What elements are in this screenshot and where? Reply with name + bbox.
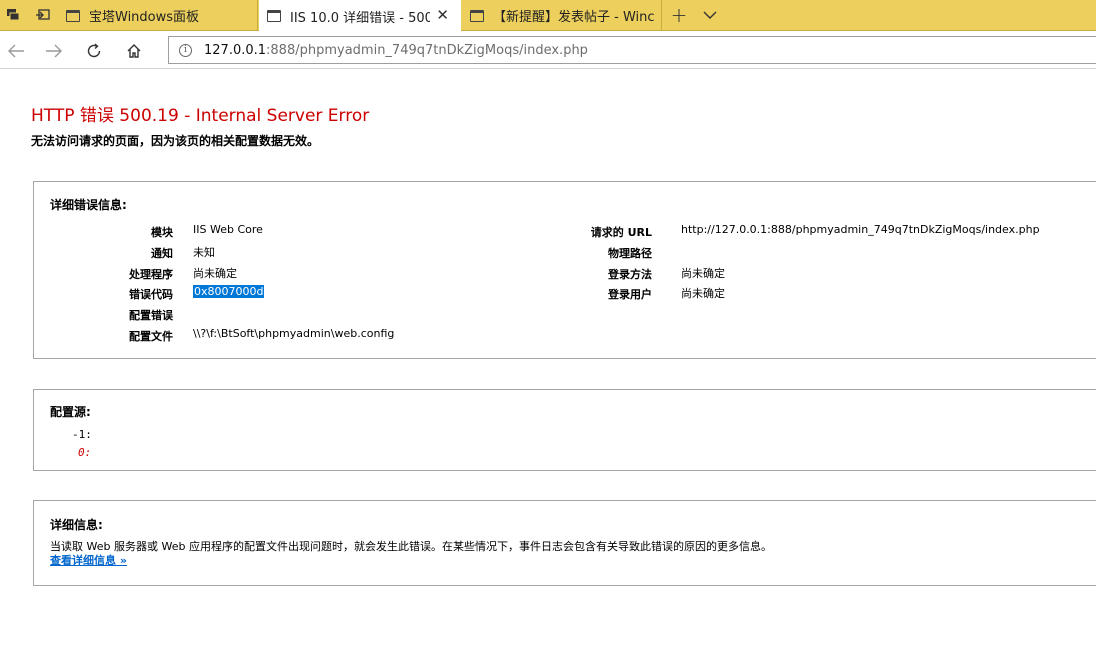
new-tab-button[interactable]: + [666, 3, 692, 27]
home-icon [127, 44, 141, 58]
url-text[interactable]: 127.0.0.1:888/phpmyadmin_749q7tnDkZigMoq… [204, 43, 588, 58]
label-physical-path: 物理路径 [608, 247, 652, 260]
home-button[interactable] [120, 38, 148, 64]
address-bar[interactable]: i 127.0.0.1:888/phpmyadmin_749q7tnDkZigM… [168, 36, 1096, 64]
back-button[interactable] [2, 38, 30, 64]
config-source-line-2: 0: [78, 446, 92, 459]
tab-preview-button[interactable] [0, 4, 26, 26]
forward-button[interactable] [40, 38, 68, 64]
label-logon-method: 登录方法 [608, 268, 652, 281]
label-handler: 处理程序 [129, 268, 173, 281]
tab-list-button[interactable] [698, 4, 722, 26]
tab-label: 【新提醒】发表帖子 - Winc [493, 10, 655, 25]
value-logon-method: 尚未确定 [681, 267, 725, 280]
refresh-icon [87, 43, 101, 58]
config-source-box: 配置源: -1: 0: [33, 389, 1096, 471]
url-host: 127.0.0.1 [204, 42, 267, 58]
label-config-file: 配置文件 [129, 330, 173, 343]
label-request-url: 请求的 URL [590, 226, 652, 239]
label-module: 模块 [151, 226, 173, 239]
info-icon[interactable]: i [179, 43, 192, 57]
more-info-box: 详细信息: 当读取 Web 服务器或 Web 应用程序的配置文件出现问题时，就会… [33, 500, 1096, 586]
set-aside-tabs-button[interactable] [30, 4, 56, 26]
plus-icon: + [670, 3, 688, 27]
label-error-code: 错误代码 [129, 288, 173, 301]
tab-preview-icon [7, 9, 20, 21]
tab-iis-error[interactable]: IIS 10.0 详细错误 - 500. ✕ [259, 0, 461, 32]
value-logon-user: 尚未确定 [681, 287, 725, 300]
label-logon-user: 登录用户 [608, 288, 652, 301]
detailed-error-heading: 详细错误信息: [50, 198, 127, 212]
more-info-description: 当读取 Web 服务器或 Web 应用程序的配置文件出现问题时，就会发生此错误。… [50, 540, 772, 553]
page-title: HTTP 错误 500.19 - Internal Server Error [31, 106, 370, 126]
page-icon [66, 9, 80, 22]
page-icon [267, 10, 281, 22]
value-handler: 尚未确定 [193, 267, 237, 280]
detailed-error-box: 详细错误信息: 模块 IIS Web Core 通知 未知 处理程序 尚未确定 … [33, 181, 1096, 359]
forward-arrow-icon [46, 44, 62, 58]
page-subtitle: 无法访问请求的页面，因为该页的相关配置数据无效。 [31, 134, 320, 148]
chevron-down-icon [703, 11, 717, 19]
view-more-info-link[interactable]: 查看详细信息 » [50, 552, 127, 568]
close-tab-icon[interactable]: ✕ [436, 6, 449, 24]
value-module: IIS Web Core [193, 223, 263, 236]
value-notification: 未知 [193, 246, 215, 259]
page-content: HTTP 错误 500.19 - Internal Server Error 无… [0, 70, 1096, 655]
tab-label: 宝塔Windows面板 [89, 10, 200, 25]
tab-label: IIS 10.0 详细错误 - 500. [290, 10, 430, 26]
label-config-error: 配置错误 [129, 309, 173, 322]
value-error-code[interactable]: 0x8007000d [193, 285, 265, 298]
url-path: :888/phpmyadmin_749q7tnDkZigMoqs/index.p… [266, 42, 588, 58]
config-source-line-1: -1: [72, 428, 92, 441]
more-info-heading: 详细信息: [50, 518, 103, 532]
tab-baota-panel[interactable]: 宝塔Windows面板 [58, 0, 258, 31]
set-aside-icon [36, 9, 50, 20]
page-icon [470, 9, 484, 22]
back-arrow-icon [8, 44, 24, 58]
config-source-heading: 配置源: [50, 405, 91, 419]
label-notification: 通知 [151, 247, 173, 260]
value-config-file: \\?\f:\BtSoft\phpmyadmin\web.config [193, 327, 395, 340]
tab-post-thread[interactable]: 【新提醒】发表帖子 - Winc [462, 0, 662, 31]
value-request-url: http://127.0.0.1:888/phpmyadmin_749q7tnD… [681, 223, 1040, 236]
tab-strip: 宝塔Windows面板 IIS 10.0 详细错误 - 500. ✕ 【新提醒】… [0, 0, 1096, 32]
navigation-bar: i 127.0.0.1:888/phpmyadmin_749q7tnDkZigM… [0, 32, 1096, 69]
refresh-button[interactable] [80, 38, 108, 64]
